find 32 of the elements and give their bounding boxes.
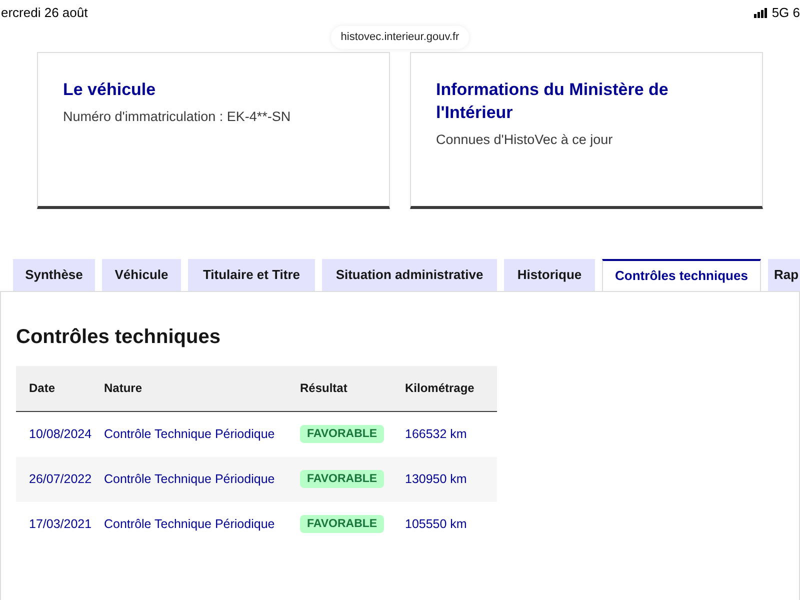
column-header: Résultat [300,381,348,395]
date-cell: 17/03/2021 [29,516,92,531]
card-text: Numéro d'immatriculation : EK-4**-SN [63,108,292,126]
column-header: Nature [104,381,142,395]
network-label: 5G 6 [772,4,800,22]
tab[interactable]: Rap [768,258,800,290]
nature-cell: Contrôle Technique Périodique [104,516,275,531]
date-cell: 10/08/2024 [29,426,92,441]
result-badge: FAVORABLE [300,515,384,534]
url-bar[interactable]: histovec.interieur.gouv.fr [330,26,470,48]
tab[interactable]: Contrôles techniques [602,258,761,290]
section-title: Contrôles techniques [16,324,222,350]
tab[interactable]: Historique [504,258,595,290]
result-badge: FAVORABLE [300,425,384,444]
status-date: ercredi 26 août [0,4,88,22]
card-title: Informations du Ministère de l'Intérieur [436,78,670,124]
mileage-cell: 166532 km [405,426,467,441]
tab[interactable]: Synthèse [13,258,95,290]
column-header: Kilométrage [405,381,474,395]
date-cell: 26/07/2022 [29,472,92,486]
card-text: Connues d'HistoVec à ce jour [436,130,614,149]
nature-cell: Contrôle Technique Périodique [104,472,275,486]
tab[interactable]: Situation administrative [322,258,497,290]
nature-cell: Contrôle Technique Périodique [104,426,275,441]
mileage-cell: 105550 km [405,516,467,531]
signal-icon [754,8,768,18]
column-header: Date [29,381,56,395]
card-title: Le véhicule [63,78,157,100]
tab[interactable]: Véhicule [102,258,181,290]
result-badge: FAVORABLE [300,470,384,488]
mileage-cell: 130950 km [405,472,467,486]
tab[interactable]: Titulaire et Titre [188,258,315,290]
